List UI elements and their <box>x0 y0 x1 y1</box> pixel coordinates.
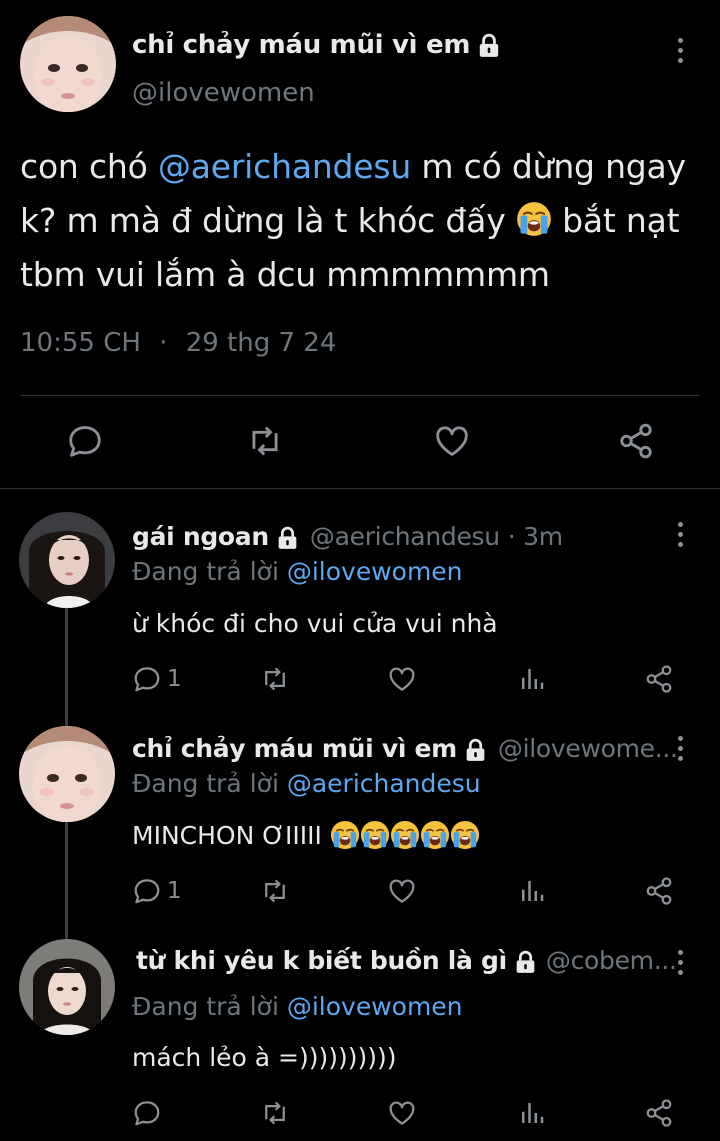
reply-count: 1 <box>167 878 182 904</box>
avatar[interactable] <box>20 16 116 112</box>
replying-to-label: Đang trả lời <box>132 557 287 586</box>
loudly-crying-face-emoji <box>516 201 552 237</box>
reply-icon[interactable] <box>132 876 162 906</box>
tweet-text-part: con chó <box>20 147 158 186</box>
reply-author-name[interactable]: từ khi yêu k biết buồn là gì @cobem... <box>136 946 677 975</box>
share-icon[interactable] <box>644 1098 674 1128</box>
reply-text: ừ khóc đi cho vui cửa vui nhà <box>132 609 498 638</box>
author-handle[interactable]: @ilovewomen <box>132 78 315 108</box>
lock-icon <box>275 526 300 551</box>
divider <box>20 395 700 396</box>
mention-link[interactable]: @aerichandesu <box>287 769 481 798</box>
loudly-crying-face-emoji <box>360 820 390 850</box>
tweet-date: 29 thg 7 24 <box>185 328 337 358</box>
timestamp-separator: · <box>159 328 168 358</box>
reply-handle: @cobem... <box>545 946 677 975</box>
author-display-name[interactable]: chỉ chảy máu mũi vì em <box>132 30 502 60</box>
more-vertical-icon[interactable] <box>674 38 686 68</box>
reply-icon[interactable] <box>132 1098 162 1128</box>
reply-handle: @aerichandesu <box>309 522 500 551</box>
like-icon[interactable] <box>387 876 417 906</box>
reply-display-name: chỉ chảy máu mũi vì em <box>132 734 457 763</box>
tweet-time: 10:55 CH <box>20 328 141 358</box>
replying-to-label: Đang trả lời <box>132 769 287 798</box>
tweet-timestamp[interactable]: 10:55 CH · 29 thg 7 24 <box>20 328 336 358</box>
thread-connector <box>65 822 68 940</box>
thread-connector <box>65 608 68 726</box>
divider <box>0 488 720 489</box>
retweet-icon[interactable] <box>260 876 290 906</box>
replying-to: Đang trả lời @ilovewomen <box>132 992 463 1021</box>
replying-to: Đang trả lời @ilovewomen <box>132 557 463 586</box>
loudly-crying-face-emoji <box>450 820 480 850</box>
reply-text: MINCHON ƠIIIII <box>132 820 480 850</box>
mention-link[interactable]: @ilovewomen <box>287 557 463 586</box>
loudly-crying-face-emoji <box>420 820 450 850</box>
analytics-icon[interactable] <box>517 1098 547 1128</box>
retweet-icon[interactable] <box>246 422 284 460</box>
reply-handle: @ilovewome... <box>497 734 678 763</box>
avatar[interactable] <box>19 512 115 608</box>
tweet-text: con chó @aerichandesu m có dừng ngay k? … <box>20 140 700 302</box>
author-display-name-text: chỉ chảy máu mũi vì em <box>132 30 471 60</box>
reply-time: · 3m <box>507 522 563 551</box>
share-icon[interactable] <box>644 664 674 694</box>
lock-icon <box>476 33 502 59</box>
more-vertical-icon[interactable] <box>674 950 686 980</box>
reply-count: 1 <box>167 666 182 692</box>
reply-icon[interactable] <box>66 422 104 460</box>
share-icon[interactable] <box>617 422 655 460</box>
analytics-icon[interactable] <box>517 664 547 694</box>
like-icon[interactable] <box>387 1098 417 1128</box>
reply-text-content: MINCHON ƠIIIII <box>132 821 322 850</box>
like-icon[interactable] <box>433 422 471 460</box>
lock-icon <box>463 738 488 763</box>
loudly-crying-face-emoji <box>390 820 420 850</box>
mention-link[interactable]: @ilovewomen <box>287 992 463 1021</box>
reply-text: mách lẻo à =)))))))))) <box>132 1043 397 1072</box>
reply-display-name: gái ngoan <box>132 522 269 551</box>
mention-link[interactable]: @aerichandesu <box>158 147 411 186</box>
replying-to: Đang trả lời @aerichandesu <box>132 769 481 798</box>
avatar[interactable] <box>19 726 115 822</box>
lock-icon <box>513 950 538 975</box>
share-icon[interactable] <box>644 876 674 906</box>
more-vertical-icon[interactable] <box>674 522 686 552</box>
avatar[interactable] <box>19 939 115 1035</box>
more-vertical-icon[interactable] <box>674 736 686 766</box>
loudly-crying-face-emoji <box>330 820 360 850</box>
retweet-icon[interactable] <box>260 664 290 694</box>
reply-display-name: từ khi yêu k biết buồn là gì <box>136 946 507 975</box>
retweet-icon[interactable] <box>260 1098 290 1128</box>
reply-author-name[interactable]: gái ngoan @aerichandesu · 3m <box>132 522 563 551</box>
reply-icon[interactable] <box>132 664 162 694</box>
analytics-icon[interactable] <box>517 876 547 906</box>
replying-to-label: Đang trả lời <box>132 992 287 1021</box>
like-icon[interactable] <box>387 664 417 694</box>
reply-author-name[interactable]: chỉ chảy máu mũi vì em @ilovewome... <box>132 734 678 763</box>
